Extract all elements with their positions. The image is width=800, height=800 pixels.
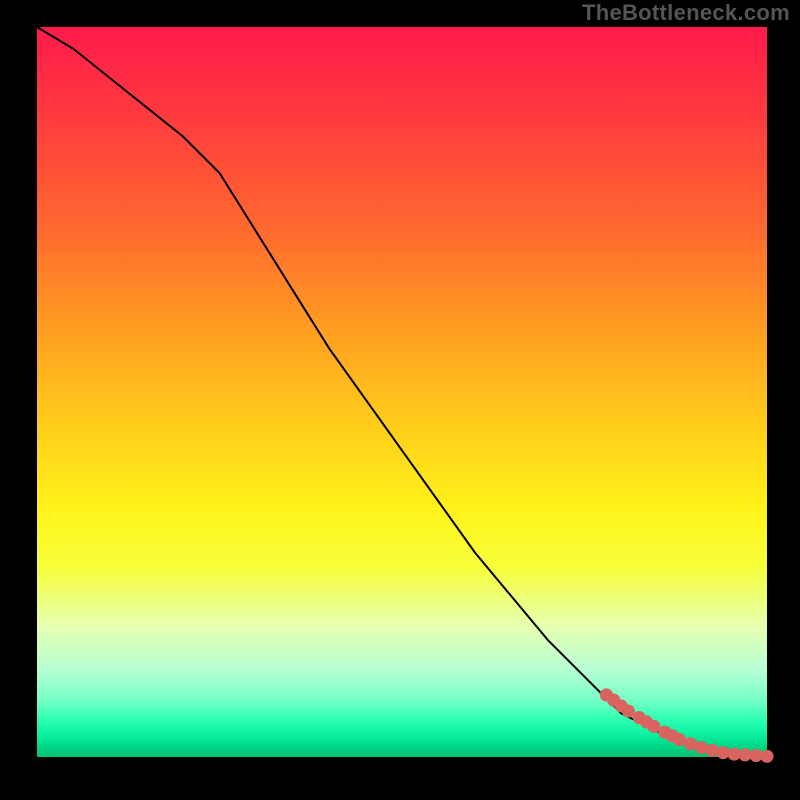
highlight-marker: [760, 750, 773, 763]
watermark-text: TheBottleneck.com: [582, 0, 790, 26]
highlight-marker: [706, 744, 719, 757]
bottleneck-curve: [37, 27, 767, 757]
chart-svg: [37, 27, 767, 757]
chart-container: TheBottleneck.com: [0, 0, 800, 800]
highlight-marker: [622, 704, 635, 717]
highlight-markers: [600, 688, 774, 762]
